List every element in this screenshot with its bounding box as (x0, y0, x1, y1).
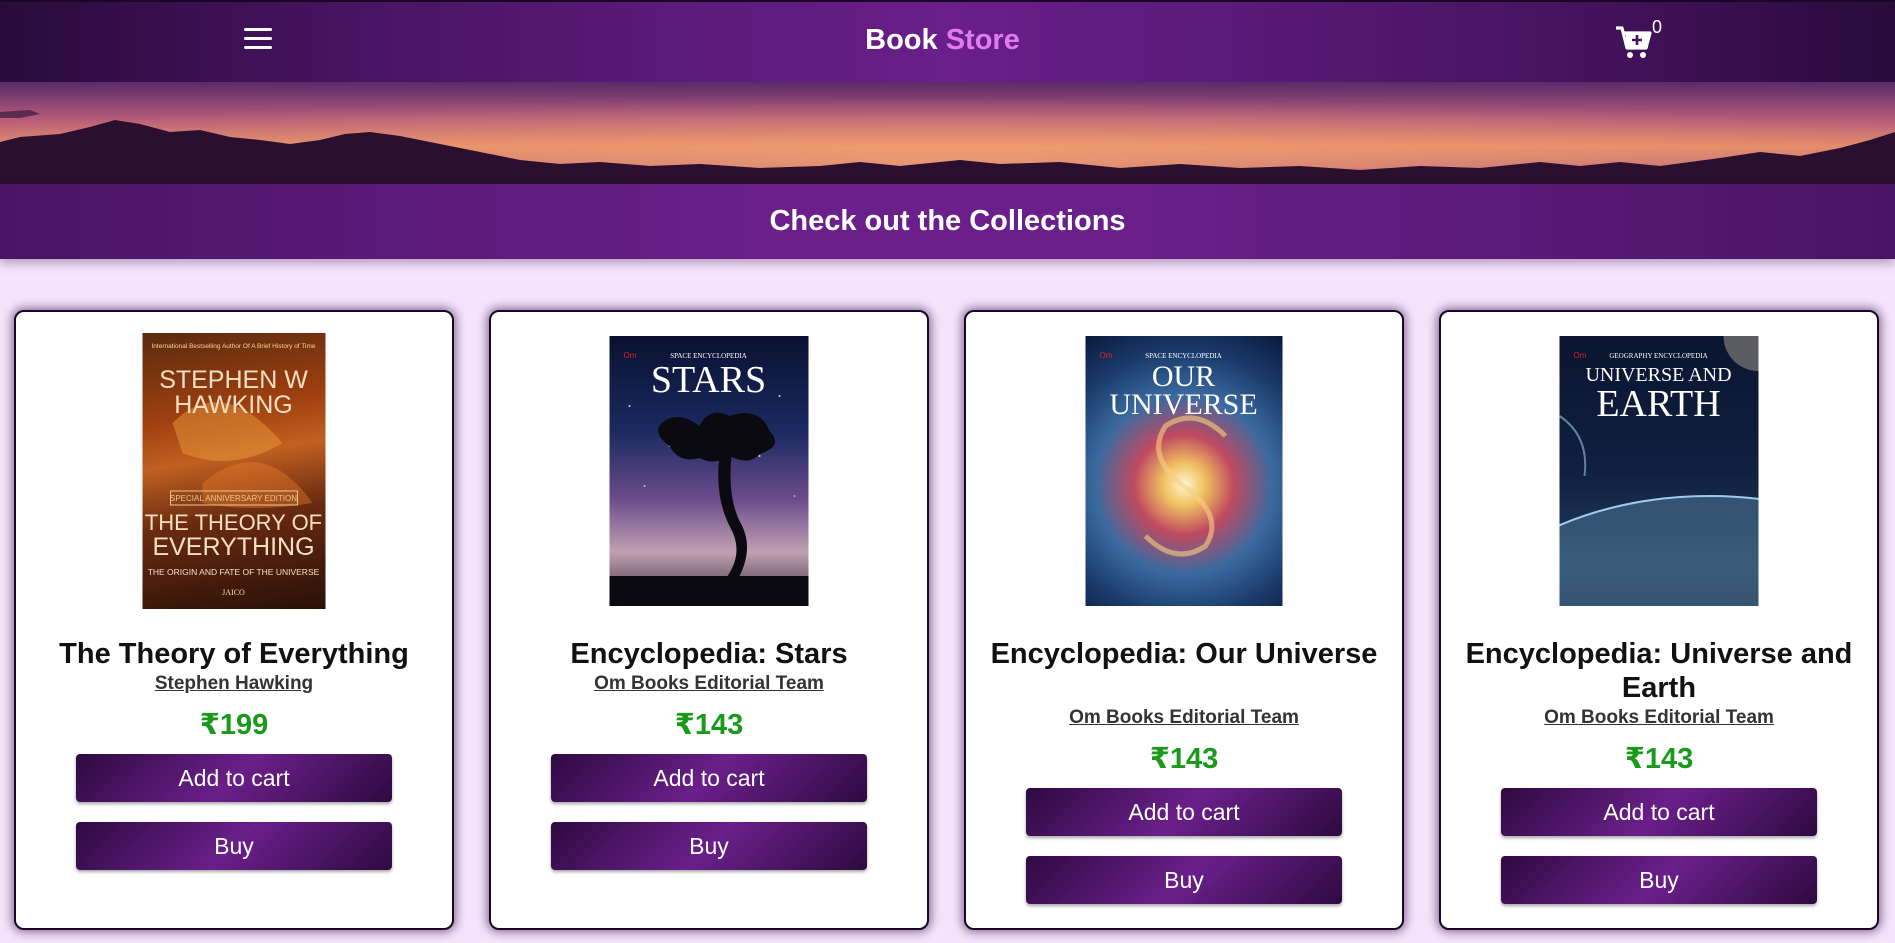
cover-publisher: Om (624, 351, 637, 360)
book-price: ₹143 (674, 709, 744, 741)
svg-text:HAWKING: HAWKING (174, 391, 293, 419)
book-card: Om GEOGRAPHY ENCYCLOPEDIA UNIVERSE AND E… (1439, 310, 1879, 930)
cover-top-line: International Bestselling Author Of A Br… (151, 343, 315, 350)
book-price: ₹143 (1149, 743, 1219, 775)
book-price: ₹199 (199, 709, 269, 741)
cover-edition: SPECIAL ANNIVERSARY EDITION (170, 494, 297, 503)
buy-button[interactable]: Buy (1501, 856, 1817, 904)
add-to-cart-button[interactable]: Add to cart (76, 754, 392, 802)
cover-publisher: Om (1574, 351, 1587, 360)
book-title: Encyclopedia: Stars (570, 638, 848, 670)
top-navbar: Book Store 0 (0, 0, 1895, 82)
add-to-cart-button[interactable]: Add to cart (1501, 788, 1817, 836)
book-author-link[interactable]: Om Books Editorial Team (966, 707, 1402, 729)
svg-text:THE THEORY OF: THE THEORY OF (145, 510, 322, 535)
sunset-banner-image (0, 82, 1895, 186)
book-cover-image[interactable]: Om SPACE ENCYCLOPEDIA STARS (609, 336, 809, 606)
book-card: Om SPACE ENCYCLOPEDIA OUR UNIVERSE Encyc… (964, 310, 1404, 930)
cover-subtitle: THE ORIGIN AND FATE OF THE UNIVERSE (148, 567, 320, 577)
buy-button[interactable]: Buy (551, 822, 867, 870)
svg-text:EARTH: EARTH (1596, 383, 1720, 425)
cover-publisher: JAICO (222, 588, 245, 597)
brand-accent-text: Store (945, 24, 1020, 56)
book-title: Encyclopedia: Universe and Earth (1465, 638, 1853, 704)
book-author-link[interactable]: Stephen Hawking (16, 673, 452, 695)
cart-icon[interactable] (1614, 22, 1654, 62)
cover-series: GEOGRAPHY ENCYCLOPEDIA (1609, 352, 1707, 360)
svg-text:UNIVERSE: UNIVERSE (1109, 388, 1257, 421)
book-card: Om SPACE ENCYCLOPEDIA STARS Encyclopedia… (489, 310, 929, 930)
book-title: Encyclopedia: Our Universe (990, 638, 1378, 670)
book-cover-image[interactable]: International Bestselling Author Of A Br… (142, 333, 326, 609)
cart-count-badge: 0 (1652, 17, 1663, 37)
buy-button[interactable]: Buy (76, 822, 392, 870)
book-card: International Bestselling Author Of A Br… (14, 310, 454, 930)
cover-title: STARS (651, 359, 766, 401)
book-cover-image[interactable]: Om SPACE ENCYCLOPEDIA OUR UNIVERSE (1085, 336, 1283, 606)
svg-text:EVERYTHING: EVERYTHING (152, 533, 314, 561)
book-author-link[interactable]: Om Books Editorial Team (1441, 707, 1877, 729)
book-cover-image[interactable]: Om GEOGRAPHY ENCYCLOPEDIA UNIVERSE AND E… (1559, 336, 1759, 606)
book-author-link[interactable]: Om Books Editorial Team (491, 673, 927, 695)
brand-main-text: Book (865, 24, 938, 56)
cover-publisher: Om (1100, 351, 1113, 360)
collections-heading: Check out the Collections (769, 205, 1126, 237)
add-to-cart-button[interactable]: Add to cart (1026, 788, 1342, 836)
brand-logo[interactable]: Book Store (0, 24, 1885, 57)
book-price: ₹143 (1624, 743, 1694, 775)
book-title: The Theory of Everything (59, 638, 409, 670)
svg-text:STEPHEN W: STEPHEN W (159, 366, 308, 394)
buy-button[interactable]: Buy (1026, 856, 1342, 904)
collections-heading-bar: Check out the Collections (0, 184, 1895, 259)
add-to-cart-button[interactable]: Add to cart (551, 754, 867, 802)
cover-series: SPACE ENCYCLOPEDIA (1145, 352, 1222, 360)
